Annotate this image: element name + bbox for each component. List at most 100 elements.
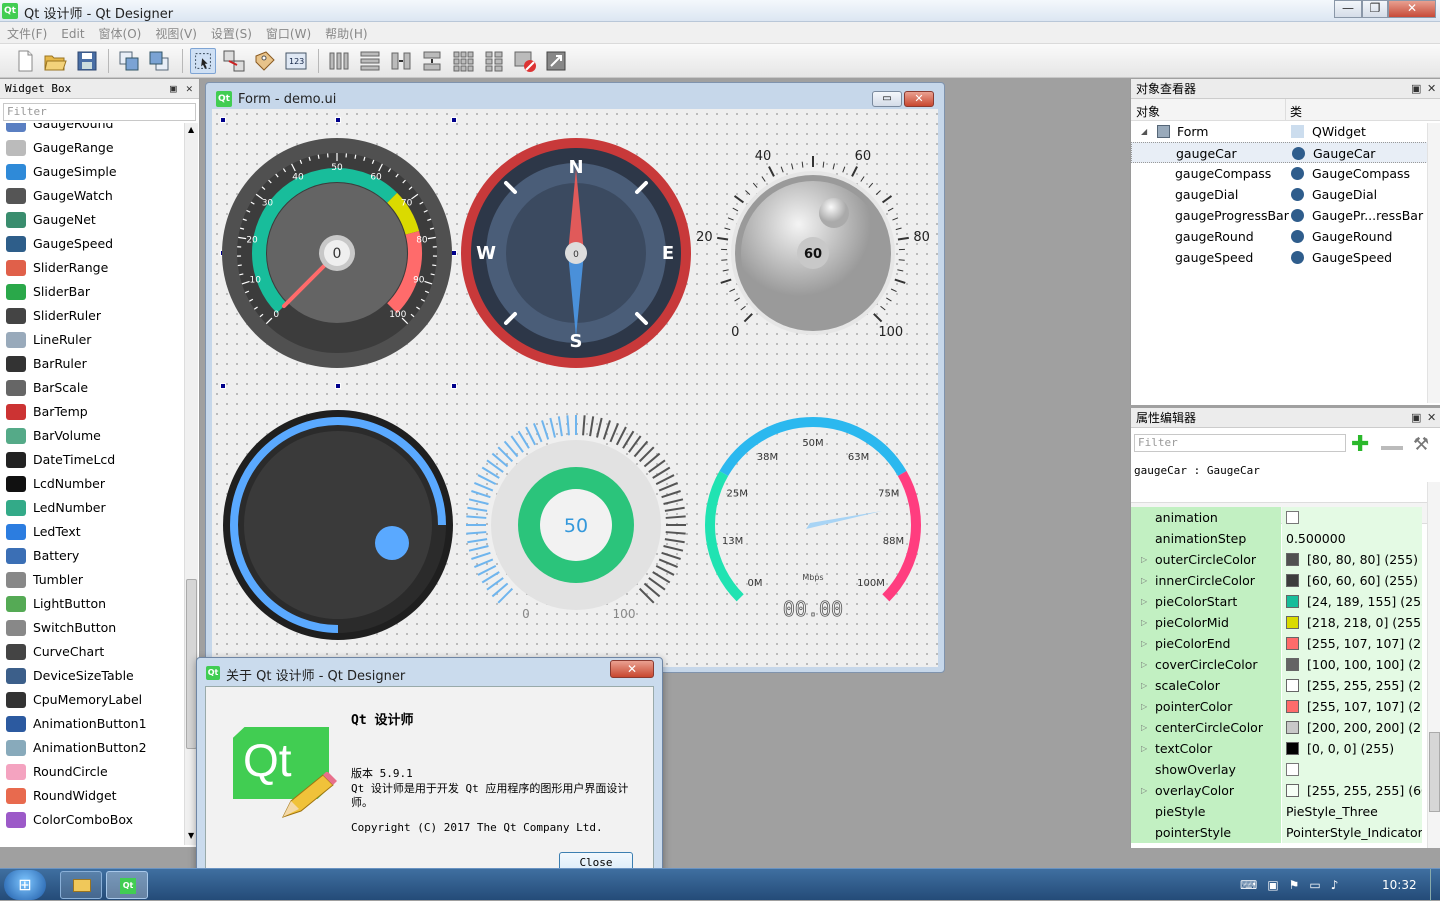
property-row-outercirclecolor[interactable]: ▷outerCircleColor[80, 80, 80] (255)	[1131, 549, 1427, 570]
property-value[interactable]: PieStyle_Three	[1282, 801, 1422, 822]
object-row-gaugeround[interactable]: gaugeRoundGaugeRound	[1131, 226, 1440, 247]
property-row-innercirclecolor[interactable]: ▷innerCircleColor[60, 60, 60] (255)	[1131, 570, 1427, 591]
expand-arrow-icon[interactable]: ▷	[1141, 549, 1147, 570]
widget-item-gaugesimple[interactable]: GaugeSimple	[0, 160, 184, 184]
property-value[interactable]: [60, 60, 60] (255)	[1282, 570, 1422, 591]
gauge-dial[interactable]: 60 020406080100	[696, 149, 930, 340]
expand-arrow-icon[interactable]: ▷	[1141, 675, 1147, 696]
configure-icon[interactable]: ⚒	[1413, 434, 1429, 455]
new-file-icon[interactable]	[12, 48, 38, 74]
menu-file[interactable]: 文件(F)	[0, 22, 54, 45]
widget-item-lcdnumber[interactable]: LcdNumber	[0, 472, 184, 496]
gauge-round[interactable]	[223, 410, 453, 640]
close-icon[interactable]: ✕	[1427, 408, 1436, 428]
menu-view[interactable]: 视图(V)	[148, 22, 204, 45]
widget-item-gaugenet[interactable]: GaugeNet	[0, 208, 184, 232]
close-icon[interactable]: ✕	[1427, 79, 1436, 99]
property-row-pointerstyle[interactable]: pointerStylePointerStyle_Indicator	[1131, 822, 1427, 843]
checkbox[interactable]	[1286, 511, 1299, 524]
property-value[interactable]: [100, 100, 100] (2...	[1282, 654, 1422, 675]
widget-item-barvolume[interactable]: BarVolume	[0, 424, 184, 448]
edit-widgets-icon[interactable]	[190, 48, 216, 74]
property-value[interactable]: [80, 80, 80] (255)	[1282, 549, 1422, 570]
expand-arrow-icon[interactable]: ▷	[1141, 696, 1147, 717]
about-close-icon[interactable]: ✕	[610, 660, 654, 678]
widget-item-curvechart[interactable]: CurveChart	[0, 640, 184, 664]
property-value[interactable]	[1282, 759, 1422, 780]
tray-icons[interactable]: ⌨▣⚑▭♪	[1240, 878, 1348, 892]
property-value[interactable]: [218, 218, 0] (255)	[1282, 612, 1422, 633]
gauge-car[interactable]: 01020304050607080901000	[222, 138, 452, 368]
widget-item-cpumemorylabel[interactable]: CpuMemoryLabel	[0, 688, 184, 712]
form-close-button[interactable]: ✕	[904, 91, 934, 107]
property-filter-input[interactable]: Filter	[1134, 434, 1346, 452]
widget-filter-input[interactable]: Filter	[3, 103, 196, 121]
object-row-form[interactable]: ◢FormQWidget	[1131, 121, 1440, 142]
collapse-arrow-icon[interactable]: ◢	[1141, 121, 1147, 142]
widget-item-gaugewatch[interactable]: GaugeWatch	[0, 184, 184, 208]
property-row-textcolor[interactable]: ▷textColor[0, 0, 0] (255)	[1131, 738, 1427, 759]
property-value[interactable]: [255, 107, 107] (2...	[1282, 633, 1422, 654]
widget-item-gaugerange[interactable]: GaugeRange	[0, 136, 184, 160]
property-row-covercirclecolor[interactable]: ▷coverCircleColor[100, 100, 100] (2...	[1131, 654, 1427, 675]
object-inspector-scrollbar[interactable]	[1427, 123, 1440, 403]
object-row-gaugecompass[interactable]: gaugeCompassGaugeCompass	[1131, 163, 1440, 184]
clock[interactable]: 10:32	[1382, 878, 1417, 892]
edit-tab-order-icon[interactable]: 123	[283, 48, 309, 74]
property-value[interactable]: 0.500000	[1282, 528, 1422, 549]
widget-item-barruler[interactable]: BarRuler	[0, 352, 184, 376]
widget-item-datetimelcd[interactable]: DateTimeLcd	[0, 448, 184, 472]
property-row-piecolorend[interactable]: ▷pieColorEnd[255, 107, 107] (2...	[1131, 633, 1427, 654]
widget-item-tumbler[interactable]: Tumbler	[0, 568, 184, 592]
widget-item-devicesizetable[interactable]: DeviceSizeTable	[0, 664, 184, 688]
widget-item-gaugespeed[interactable]: GaugeSpeed	[0, 232, 184, 256]
object-row-gaugeprogressbar[interactable]: gaugeProgressBarGaugePr...ressBar	[1131, 205, 1440, 226]
widget-item-roundwidget[interactable]: RoundWidget	[0, 784, 184, 808]
object-row-gaugedial[interactable]: gaugeDialGaugeDial	[1131, 184, 1440, 205]
bring-to-front-icon[interactable]	[116, 48, 142, 74]
property-value[interactable]: [255, 107, 107] (2...	[1282, 696, 1422, 717]
property-row-scalecolor[interactable]: ▷scaleColor[255, 255, 255] (2...	[1131, 675, 1427, 696]
save-icon[interactable]	[74, 48, 100, 74]
float-icon[interactable]: ▣	[1411, 79, 1421, 99]
widget-item-gaugeround[interactable]: GaugeRound	[0, 123, 184, 136]
send-to-back-icon[interactable]	[146, 48, 172, 74]
layout-splitter-h-icon[interactable]	[388, 48, 414, 74]
object-row-gaugespeed[interactable]: gaugeSpeedGaugeSpeed	[1131, 247, 1440, 268]
break-layout-icon[interactable]	[512, 48, 538, 74]
widget-item-colorcombobox[interactable]: ColorComboBox	[0, 808, 184, 832]
property-value[interactable]: [200, 200, 200] (2...	[1282, 717, 1422, 738]
expand-arrow-icon[interactable]: ▷	[1141, 780, 1147, 801]
float-icon[interactable]: ▣	[170, 79, 177, 99]
property-row-piestyle[interactable]: pieStylePieStyle_Three	[1131, 801, 1427, 822]
expand-arrow-icon[interactable]: ▷	[1141, 591, 1147, 612]
widget-item-lineruler[interactable]: LineRuler	[0, 328, 184, 352]
float-icon[interactable]: ▣	[1411, 408, 1421, 428]
layout-vertical-icon[interactable]	[357, 48, 383, 74]
column-class[interactable]: 类	[1290, 103, 1302, 120]
property-value[interactable]	[1282, 507, 1422, 528]
widget-item-animationbutton1[interactable]: AnimationButton1	[0, 712, 184, 736]
property-row-animation[interactable]: animation	[1131, 507, 1427, 528]
property-value[interactable]: [255, 255, 255] (60)	[1282, 780, 1422, 801]
widget-item-animationbutton2[interactable]: AnimationButton2	[0, 736, 184, 760]
scroll-up-icon[interactable]: ▲	[188, 125, 194, 134]
form-minimize-button[interactable]: ▭	[872, 91, 902, 107]
property-value[interactable]: [255, 255, 255] (2...	[1282, 675, 1422, 696]
property-row-piecolorstart[interactable]: ▷pieColorStart[24, 189, 155] (255)	[1131, 591, 1427, 612]
widget-item-battery[interactable]: Battery	[0, 544, 184, 568]
expand-arrow-icon[interactable]: ▷	[1141, 654, 1147, 675]
widget-item-lednumber[interactable]: LedNumber	[0, 496, 184, 520]
layout-horizontal-icon[interactable]	[326, 48, 352, 74]
maximize-button[interactable]: ❐	[1362, 0, 1388, 18]
close-button[interactable]: ✕	[1388, 0, 1436, 18]
menu-form[interactable]: 窗体(O)	[92, 22, 149, 45]
expand-arrow-icon[interactable]: ▷	[1141, 633, 1147, 654]
property-value[interactable]: PointerStyle_Indicator	[1282, 822, 1422, 843]
adjust-size-icon[interactable]	[543, 48, 569, 74]
scroll-down-icon[interactable]: ▼	[188, 831, 194, 840]
property-scrollbar[interactable]	[1427, 482, 1440, 848]
layout-form-icon[interactable]	[481, 48, 507, 74]
minimize-button[interactable]: —	[1334, 0, 1362, 18]
expand-arrow-icon[interactable]: ▷	[1141, 738, 1147, 759]
